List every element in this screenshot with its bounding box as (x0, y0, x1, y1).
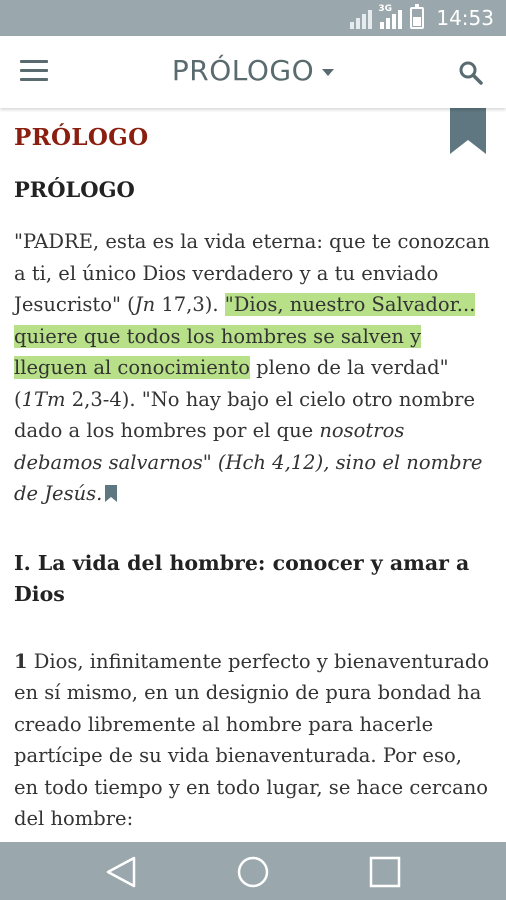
app-bar: PRÓLOGO (0, 36, 506, 108)
reference-text: 17,3). (155, 293, 225, 316)
paragraph-1[interactable]: 1 Dios, infinitamente perfecto y bienave… (14, 646, 492, 835)
section-title: PRÓLOGO (14, 124, 149, 151)
reference-book: Jn (134, 293, 156, 316)
paragraph-prologue[interactable]: "PADRE, esta es la vida eterna: que te c… (14, 226, 492, 510)
caret-down-icon[interactable] (322, 69, 335, 76)
title-dropdown[interactable]: PRÓLOGO (0, 54, 506, 87)
bookmark-ribbon-icon[interactable] (450, 108, 486, 154)
search-icon[interactable] (458, 60, 484, 86)
section-heading: I. La vida del hombre: conocer y amar a … (14, 550, 470, 606)
bookmark-icon[interactable] (105, 480, 118, 502)
paragraph-text: 2,3-4). "No hay bajo el cielo otro nombr… (14, 387, 476, 443)
reference-book: 1Tm (21, 387, 66, 411)
battery-icon (410, 4, 425, 29)
back-triangle-icon[interactable] (104, 856, 138, 888)
status-bar: 3G 14:53 (0, 0, 506, 36)
navigation-bar (0, 842, 506, 900)
prologue-subtitle: PRÓLOGO (14, 177, 135, 202)
network-type-label: 3G (378, 4, 393, 14)
recents-square-icon[interactable] (368, 856, 402, 888)
paragraph-text: Dios, infinitamente perfecto y bienavent… (14, 649, 490, 831)
home-circle-icon[interactable] (236, 856, 270, 888)
status-time: 14:53 (436, 6, 494, 30)
paragraph-number: 1 (14, 649, 28, 673)
reading-content[interactable]: PRÓLOGO PRÓLOGO "PADRE, esta es la vida … (0, 108, 506, 842)
app-bar-title[interactable]: PRÓLOGO (172, 54, 314, 87)
signal-strength-icon (350, 7, 373, 29)
mobile-data-signal-icon: 3G (378, 4, 403, 29)
status-icons: 3G 14:53 (350, 4, 494, 30)
